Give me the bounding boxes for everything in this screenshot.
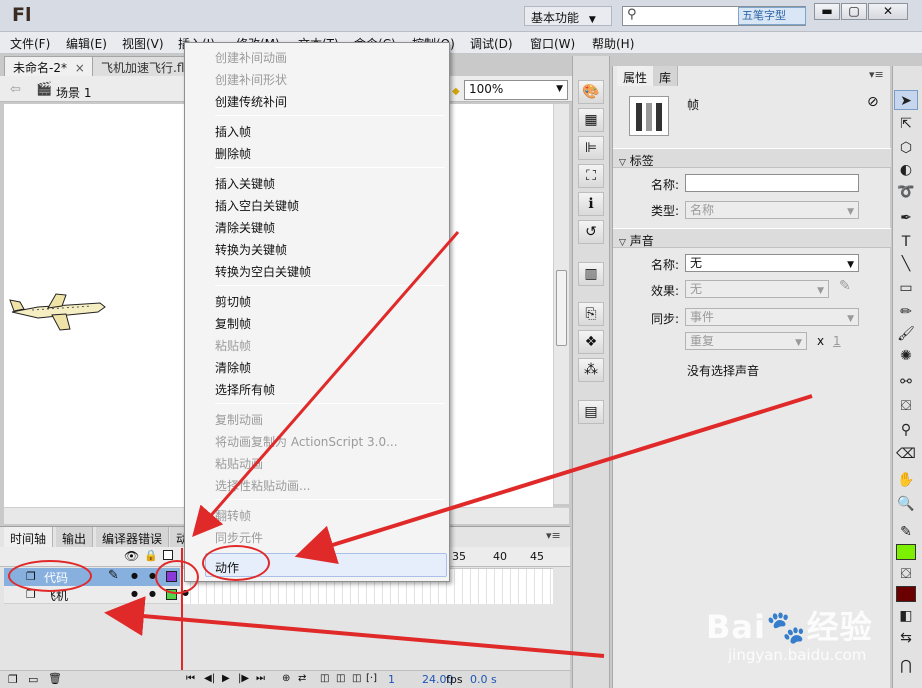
watermark-brand: Bai xyxy=(706,608,766,646)
paw-icon: 🐾 xyxy=(765,608,807,646)
baidu-watermark: Bai🐾经验 xyxy=(706,602,873,648)
watermark-brand-cn: 经验 xyxy=(806,608,873,646)
watermark-url: jingyan.baidu.com xyxy=(728,646,867,664)
annotation-arrows xyxy=(104,231,813,658)
